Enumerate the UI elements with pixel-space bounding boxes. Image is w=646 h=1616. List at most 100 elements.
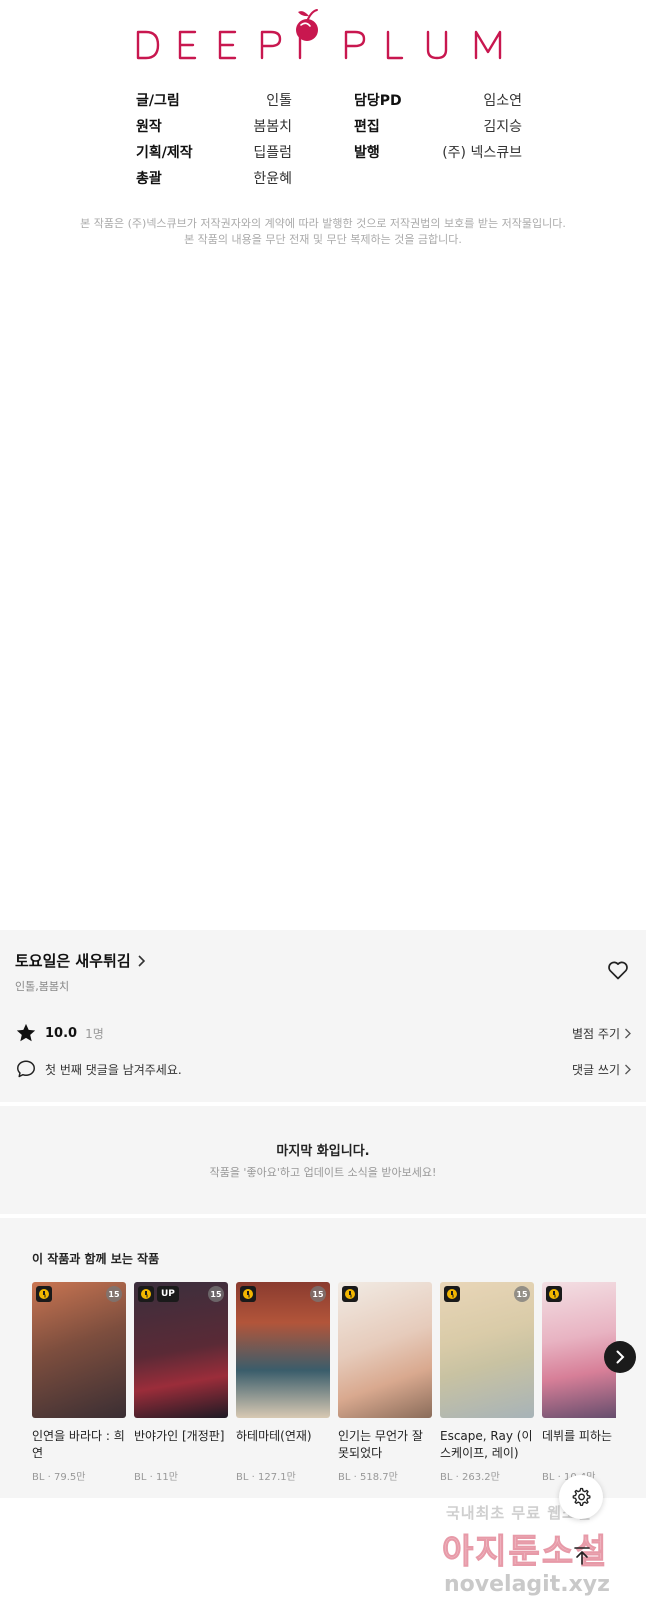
write-comment-button[interactable]: 댓글 쓰기 — [572, 1061, 631, 1078]
card-title: 인기는 무언가 잘못되었다 — [338, 1429, 423, 1460]
copyright-line: 본 작품은 (주)넥스큐브가 저작권자와의 계약에 따라 발행한 것으로 저작권… — [80, 217, 566, 230]
cover-thumbnail: 15 — [32, 1282, 126, 1418]
recommendations-heading: 이 작품과 함께 보는 작품 — [32, 1252, 160, 1266]
credit-role: 편집 — [354, 119, 380, 135]
comment-row: 첫 번째 댓글을 남겨주세요. 댓글 쓰기 — [15, 1058, 631, 1080]
last-episode-notice: 마지막 화입니다. 작품을 '좋아요'하고 업데이트 소식을 받아보세요! — [0, 1106, 646, 1214]
age-rating-badge: 15 — [106, 1286, 122, 1302]
credit-name: (주) 넥스큐브 — [442, 145, 522, 161]
card-views: 79.5만 — [53, 1472, 86, 1483]
card-views: 11만 — [155, 1472, 178, 1483]
recommendations-section: 이 작품과 함께 보는 작품 15 인연을 바라다 : 희연 BL · 79.5… — [0, 1218, 646, 1498]
credit-name: 임소연 — [483, 93, 522, 109]
cover-thumbnail: 15 — [440, 1282, 534, 1418]
comment-prompt: 첫 번째 댓글을 남겨주세요. — [45, 1062, 182, 1077]
watermark-url: novelagit.xyz — [444, 1572, 610, 1597]
clock-icon — [444, 1286, 460, 1302]
settings-button[interactable] — [559, 1475, 603, 1519]
card-genre: BL — [542, 1472, 555, 1483]
card-genre: BL — [440, 1472, 453, 1483]
rating-count: 1명 — [85, 1026, 104, 1041]
recommendation-card[interactable]: 15 Escape, Ray (이스케이프, 레이) BL · 263.2만 — [440, 1282, 534, 1483]
card-title: 인연을 바라다 : 희연 — [32, 1429, 125, 1460]
rate-button[interactable]: 별점 주기 — [572, 1025, 631, 1042]
clock-icon — [342, 1286, 358, 1302]
recommendation-card[interactable]: UP 15 반야가인 [개정판] BL · 11만 — [134, 1282, 228, 1483]
last-episode-subtitle: 작품을 '좋아요'하고 업데이트 소식을 받아보세요! — [209, 1166, 437, 1179]
card-views: 518.7만 — [359, 1472, 398, 1483]
credit-name: 김지승 — [483, 119, 522, 135]
credit-name: 한윤혜 — [253, 171, 292, 187]
card-meta: BL · 127.1만 — [236, 1472, 296, 1483]
card-genre: BL — [32, 1472, 45, 1483]
card-meta: BL · 79.5만 — [32, 1472, 86, 1483]
cover-image — [32, 1282, 126, 1418]
work-title: 토요일은 새우튀김 — [15, 952, 131, 970]
heart-icon[interactable] — [606, 958, 630, 982]
work-authors: 인톨,봄봄치 — [15, 980, 70, 993]
card-views: 263.2만 — [461, 1472, 500, 1483]
work-info-panel: 토요일은 새우튀김 인톨,봄봄치 10.0 1명 별점 주기 첫 번째 댓글을 … — [0, 930, 646, 1102]
clock-icon — [36, 1286, 52, 1302]
card-title: 반야가인 [개정판] — [134, 1429, 225, 1443]
deep-plum-logo — [136, 9, 502, 60]
recommendation-card[interactable]: 데뷔를 피하는 법 BL · 10.4만 — [542, 1282, 616, 1483]
credit-role: 원작 — [136, 119, 162, 135]
recommendation-card[interactable]: 15 인연을 바라다 : 희연 BL · 79.5만 — [32, 1282, 126, 1483]
copyright-notice: 본 작품은 (주)넥스큐브가 저작권자와의 계약에 따라 발행한 것으로 저작권… — [0, 216, 646, 248]
card-genre: BL — [236, 1472, 249, 1483]
card-title: Escape, Ray (이스케이프, 레이) — [440, 1429, 533, 1460]
card-title: 데뷔를 피하는 법 — [542, 1429, 616, 1443]
speech-bubble-icon — [17, 1060, 35, 1078]
card-genre: BL — [338, 1472, 351, 1483]
cover-image — [134, 1282, 228, 1418]
credit-role: 총괄 — [136, 171, 162, 187]
age-rating-badge: 15 — [514, 1286, 530, 1302]
cover-thumbnail: UP 15 — [134, 1282, 228, 1418]
credit-role: 발행 — [354, 145, 380, 161]
card-title: 하테마테(연재) — [236, 1429, 312, 1443]
card-meta: BL · 263.2만 — [440, 1472, 500, 1483]
card-meta: BL · 11만 — [134, 1472, 178, 1483]
credit-role: 기획/제작 — [136, 145, 193, 161]
scroll-top-button[interactable] — [568, 1542, 596, 1570]
chevron-right-icon — [625, 1028, 631, 1038]
clock-icon — [138, 1286, 154, 1302]
site-watermark: 국내최초 무료 웹소설 아지툰소설 novelagit.xyz — [440, 1500, 640, 1616]
clock-icon — [240, 1286, 256, 1302]
update-badge: UP — [157, 1286, 179, 1302]
card-genre: BL — [134, 1472, 147, 1483]
credit-name: 봄봄치 — [253, 119, 292, 135]
chevron-right-icon — [138, 954, 145, 967]
credit-name: 인톨 — [266, 93, 292, 109]
last-episode-title: 마지막 화입니다. — [276, 1144, 370, 1159]
cover-thumbnail — [338, 1282, 432, 1418]
carousel-next-button[interactable] — [604, 1341, 636, 1373]
credit-role: 글/그림 — [136, 93, 180, 109]
card-views: 127.1만 — [257, 1472, 296, 1483]
recommendation-card[interactable]: 15 하테마테(연재) BL · 127.1만 — [236, 1282, 330, 1483]
card-meta: BL · 518.7만 — [338, 1472, 398, 1483]
cover-image — [338, 1282, 432, 1418]
cover-thumbnail: 15 — [236, 1282, 330, 1418]
rating-row: 10.0 1명 별점 주기 — [15, 1022, 631, 1044]
arrow-up-icon — [574, 1547, 590, 1565]
gear-icon — [572, 1487, 591, 1506]
age-rating-badge: 15 — [310, 1286, 326, 1302]
work-title-link[interactable]: 토요일은 새우튀김 — [15, 950, 145, 971]
recommendation-card[interactable]: 인기는 무언가 잘못되었다 BL · 518.7만 — [338, 1282, 432, 1483]
chevron-right-icon — [616, 1350, 625, 1364]
chevron-right-icon — [625, 1064, 631, 1074]
write-comment-label: 댓글 쓰기 — [572, 1062, 620, 1077]
star-icon — [16, 1023, 36, 1042]
age-rating-badge: 15 — [208, 1286, 224, 1302]
cover-image — [236, 1282, 330, 1418]
recommendations-carousel[interactable]: 15 인연을 바라다 : 희연 BL · 79.5만 UP 15 반야가인 [개… — [32, 1282, 616, 1492]
rating-score: 10.0 — [45, 1025, 78, 1041]
rate-button-label: 별점 주기 — [572, 1026, 620, 1041]
copyright-line: 본 작품의 내용을 무단 전재 및 무단 복제하는 것을 금합니다. — [184, 233, 462, 246]
credit-name: 딥플럼 — [253, 145, 292, 161]
clock-icon — [546, 1286, 562, 1302]
credit-role: 담당PD — [354, 93, 402, 109]
cover-image — [440, 1282, 534, 1418]
